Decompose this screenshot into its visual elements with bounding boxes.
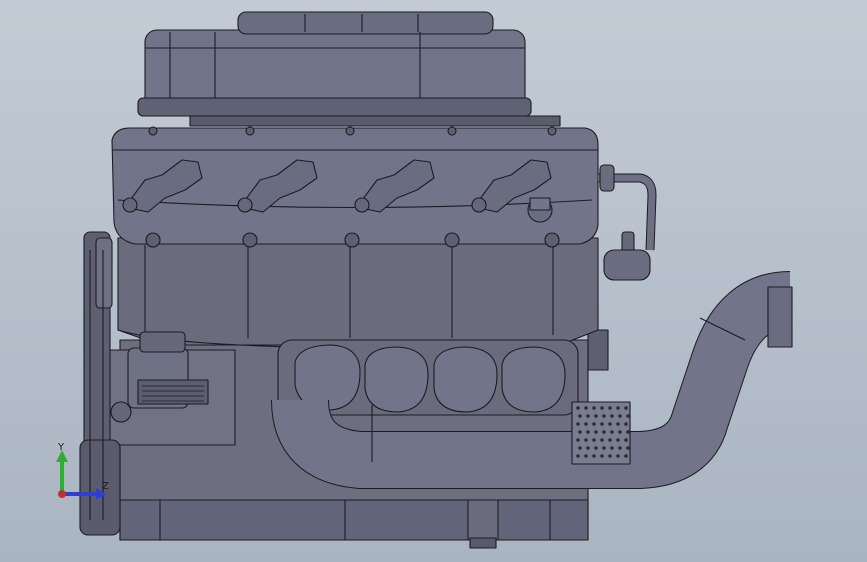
oil-filler-cap — [527, 197, 553, 223]
muffler-hole — [578, 414, 582, 418]
muffler-hole — [626, 430, 630, 434]
muffler-hole — [618, 430, 622, 434]
muffler-hole — [608, 422, 612, 426]
muffler-hole — [576, 438, 580, 442]
muffler-hole — [592, 406, 596, 410]
muffler-hole — [578, 446, 582, 450]
muffler-hole — [592, 454, 596, 458]
muffler-hole — [616, 406, 620, 410]
muffler-hole — [616, 422, 620, 426]
muffler-hole — [608, 454, 612, 458]
muffler-hole — [592, 438, 596, 442]
muffler-hole — [616, 438, 620, 442]
muffler-hole — [584, 406, 588, 410]
intake-plenum — [137, 11, 561, 127]
y-axis-label: Y — [57, 442, 65, 453]
muffler-hole — [602, 430, 606, 434]
oil-drain-plug — [467, 499, 499, 549]
muffler-hole — [600, 454, 604, 458]
x-axis-dot — [58, 490, 66, 498]
reference-triad[interactable]: Y Z — [48, 438, 118, 508]
coolant-hose — [598, 164, 657, 281]
muffler-hole — [600, 438, 604, 442]
muffler-hole — [610, 414, 614, 418]
muffler-hole — [594, 446, 598, 450]
muffler-hole — [576, 422, 580, 426]
engine-model[interactable] — [0, 0, 867, 562]
muffler-hole — [586, 446, 590, 450]
muffler-hole — [602, 414, 606, 418]
muffler-hole — [586, 430, 590, 434]
muffler-hole — [592, 422, 596, 426]
muffler-hole — [578, 430, 582, 434]
muffler-hole — [584, 422, 588, 426]
muffler-hole — [576, 406, 580, 410]
muffler-hole — [608, 438, 612, 442]
z-axis-label: Z — [102, 481, 109, 492]
muffler-hole — [602, 446, 606, 450]
muffler-perforated-section — [571, 401, 631, 465]
muffler-hole — [594, 414, 598, 418]
muffler-hole — [624, 422, 628, 426]
muffler-hole — [576, 454, 580, 458]
muffler-hole — [584, 454, 588, 458]
muffler-hole — [594, 430, 598, 434]
muffler-hole — [624, 454, 628, 458]
muffler-hole — [624, 438, 628, 442]
muffler-hole — [610, 430, 614, 434]
muffler-hole — [610, 446, 614, 450]
graphics-viewport[interactable]: Y Z — [0, 0, 867, 562]
muffler-hole — [584, 438, 588, 442]
muffler-hole — [600, 406, 604, 410]
muffler-hole — [608, 406, 612, 410]
muffler-hole — [624, 406, 628, 410]
muffler-hole — [586, 414, 590, 418]
muffler-hole — [600, 422, 604, 426]
muffler-hole — [618, 446, 622, 450]
muffler-hole — [618, 414, 622, 418]
muffler-hole — [626, 446, 630, 450]
muffler-hole — [616, 454, 620, 458]
cylinder-block-upper — [117, 237, 599, 349]
muffler-hole — [626, 414, 630, 418]
